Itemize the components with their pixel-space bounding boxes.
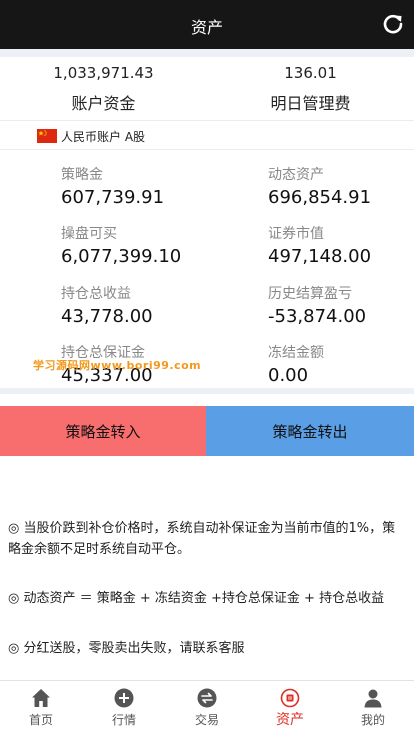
metric-value: 607,739.91 xyxy=(61,187,165,208)
next-day-fee: 136.01 明日管理费 xyxy=(207,57,414,114)
metric-strategy-funds: 策略金 607,739.91 xyxy=(61,164,164,208)
tab-label: 交易 xyxy=(194,713,219,727)
account-row: 人民币账户 A股 xyxy=(0,120,414,150)
metric-label: 历史结算盈亏 xyxy=(268,286,352,302)
china-flag-icon xyxy=(37,129,57,143)
divider xyxy=(0,388,414,394)
asset-summary: 1,033,971.43 账户资金 136.01 明日管理费 xyxy=(0,57,414,119)
transfer-in-button[interactable]: 策略金转入 xyxy=(0,406,206,456)
tab-label: 行情 xyxy=(111,713,136,727)
metrics-grid: 策略金 607,739.91 动态资产 696,854.91 操盘可买 6,07… xyxy=(0,150,414,388)
note-auto-margin: ◎ 当股价跌到补仓价格时，系统自动补保证金为当前市值的1%，策略金余额不足时系统… xyxy=(8,521,396,557)
exchange-icon xyxy=(197,688,217,708)
watermark: 学习源码网www.bori99.com xyxy=(33,359,202,372)
metric-value: 696,854.91 xyxy=(268,187,372,208)
tab-assets[interactable]: 资产 xyxy=(249,681,331,736)
metric-settled-pnl: 历史结算盈亏 -53,874.00 xyxy=(268,283,366,327)
transfer-out-button[interactable]: 策略金转出 xyxy=(206,406,414,456)
tab-profile[interactable]: 我的 xyxy=(332,681,414,736)
tab-trade[interactable]: 交易 xyxy=(166,681,248,736)
divider xyxy=(0,49,414,57)
account-funds-label: 账户资金 xyxy=(71,94,136,113)
metric-label: 动态资产 xyxy=(268,167,324,183)
metric-position-profit: 持仓总收益 43,778.00 xyxy=(61,283,153,327)
metric-dynamic-assets: 动态资产 696,854.91 xyxy=(268,164,371,208)
tab-label: 首页 xyxy=(28,713,53,727)
metric-value: 497,148.00 xyxy=(268,246,372,267)
metric-frozen-amount: 冻结金额 0.00 xyxy=(268,342,324,386)
metric-value: 43,778.00 xyxy=(61,306,153,327)
home-icon xyxy=(31,688,51,708)
account-label: 人民币账户 A股 xyxy=(61,130,146,144)
tab-market[interactable]: 行情 xyxy=(83,681,165,736)
plus-circle-icon xyxy=(114,688,134,708)
metric-label: 证券市值 xyxy=(268,226,324,242)
page-title: 资产 xyxy=(190,18,223,37)
metric-label: 操盘可买 xyxy=(61,226,117,242)
metric-label: 策略金 xyxy=(61,167,103,183)
next-day-fee-value: 136.01 xyxy=(284,64,337,82)
metric-buying-power: 操盘可买 6,077,399.10 xyxy=(61,223,181,267)
next-day-fee-label: 明日管理费 xyxy=(270,94,351,113)
bottom-tab-bar: 首页 行情 交易 资产 我的 xyxy=(0,680,414,736)
metric-label: 冻结金额 xyxy=(268,345,324,361)
account-funds: 1,033,971.43 账户资金 xyxy=(0,57,207,114)
metric-value: -53,874.00 xyxy=(268,306,367,327)
tab-label: 资产 xyxy=(276,712,304,728)
app-header: 资产 xyxy=(0,0,414,49)
note-dividend: ◎ 分红送股，零股卖出失败，请联系客服 xyxy=(8,641,245,656)
metric-value: 6,077,399.10 xyxy=(61,246,182,267)
user-icon xyxy=(363,688,383,708)
tab-label: 我的 xyxy=(360,713,385,727)
wallet-icon xyxy=(280,688,300,708)
metric-market-value: 证券市值 497,148.00 xyxy=(268,223,371,267)
metric-label: 持仓总收益 xyxy=(61,286,131,302)
note-dynamic-assets-formula: ◎ 动态资产 ＝ 策略金 + 冻结资金 +持仓总保证金 + 持仓总收益 xyxy=(8,591,385,606)
metric-value: 0.00 xyxy=(268,365,309,386)
account-funds-value: 1,033,971.43 xyxy=(53,64,154,82)
refresh-icon[interactable] xyxy=(382,13,404,35)
tab-home[interactable]: 首页 xyxy=(0,681,82,736)
